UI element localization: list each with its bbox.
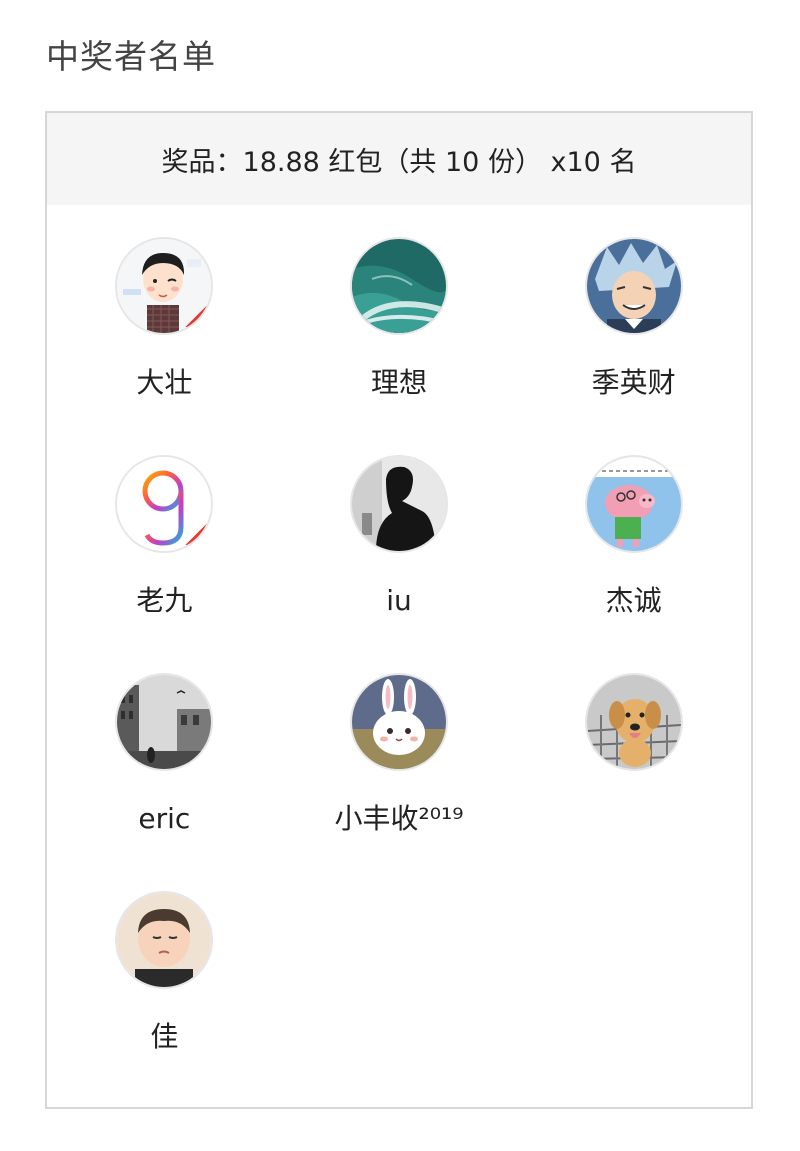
winner-item[interactable]: 理想 xyxy=(282,237,517,455)
winner-item[interactable] xyxy=(516,673,751,891)
avatar[interactable] xyxy=(115,891,214,989)
winner-name: 佳 xyxy=(150,1020,179,1053)
avatar[interactable] xyxy=(349,455,448,553)
winner-name: 理想 xyxy=(370,366,427,399)
avatar[interactable] xyxy=(584,673,683,771)
winner-item[interactable]: 老九 xyxy=(47,455,282,673)
winners-card: 奖品：18.88 红包（共 10 份） x10 名 大壮 理想 季英财 老九 i… xyxy=(45,111,753,1109)
winner-name: 老九 xyxy=(136,584,193,617)
winner-item[interactable]: 季英财 xyxy=(516,237,751,455)
avatar[interactable] xyxy=(115,673,214,771)
avatar[interactable] xyxy=(349,673,448,771)
winner-name: iu xyxy=(386,584,412,617)
avatar[interactable] xyxy=(349,237,448,335)
page-title: 中奖者名单 xyxy=(46,37,216,76)
winner-name: 杰诚 xyxy=(605,584,662,617)
prize-header: 奖品：18.88 红包（共 10 份） x10 名 xyxy=(47,113,751,205)
winner-name: 小丰收²⁰¹⁹ xyxy=(334,802,464,835)
winner-name: eric xyxy=(138,802,191,835)
avatar[interactable] xyxy=(584,455,683,553)
avatar[interactable] xyxy=(584,237,683,335)
winner-item[interactable]: 杰诚 xyxy=(516,455,751,673)
winner-item[interactable]: 小丰收²⁰¹⁹ xyxy=(282,673,517,891)
winners-grid: 大壮 理想 季英财 老九 iu 杰诚 eric 小丰收²⁰¹⁹ 佳 xyxy=(47,205,751,1109)
winner-item[interactable]: 大壮 xyxy=(47,237,282,455)
winner-name: 季英财 xyxy=(591,366,676,399)
winner-item[interactable]: eric xyxy=(47,673,282,891)
winner-item[interactable]: 佳 xyxy=(47,891,282,1109)
winner-name: 大壮 xyxy=(136,366,193,399)
avatar[interactable] xyxy=(115,455,214,553)
avatar[interactable] xyxy=(115,237,214,335)
winner-item[interactable]: iu xyxy=(282,455,517,673)
